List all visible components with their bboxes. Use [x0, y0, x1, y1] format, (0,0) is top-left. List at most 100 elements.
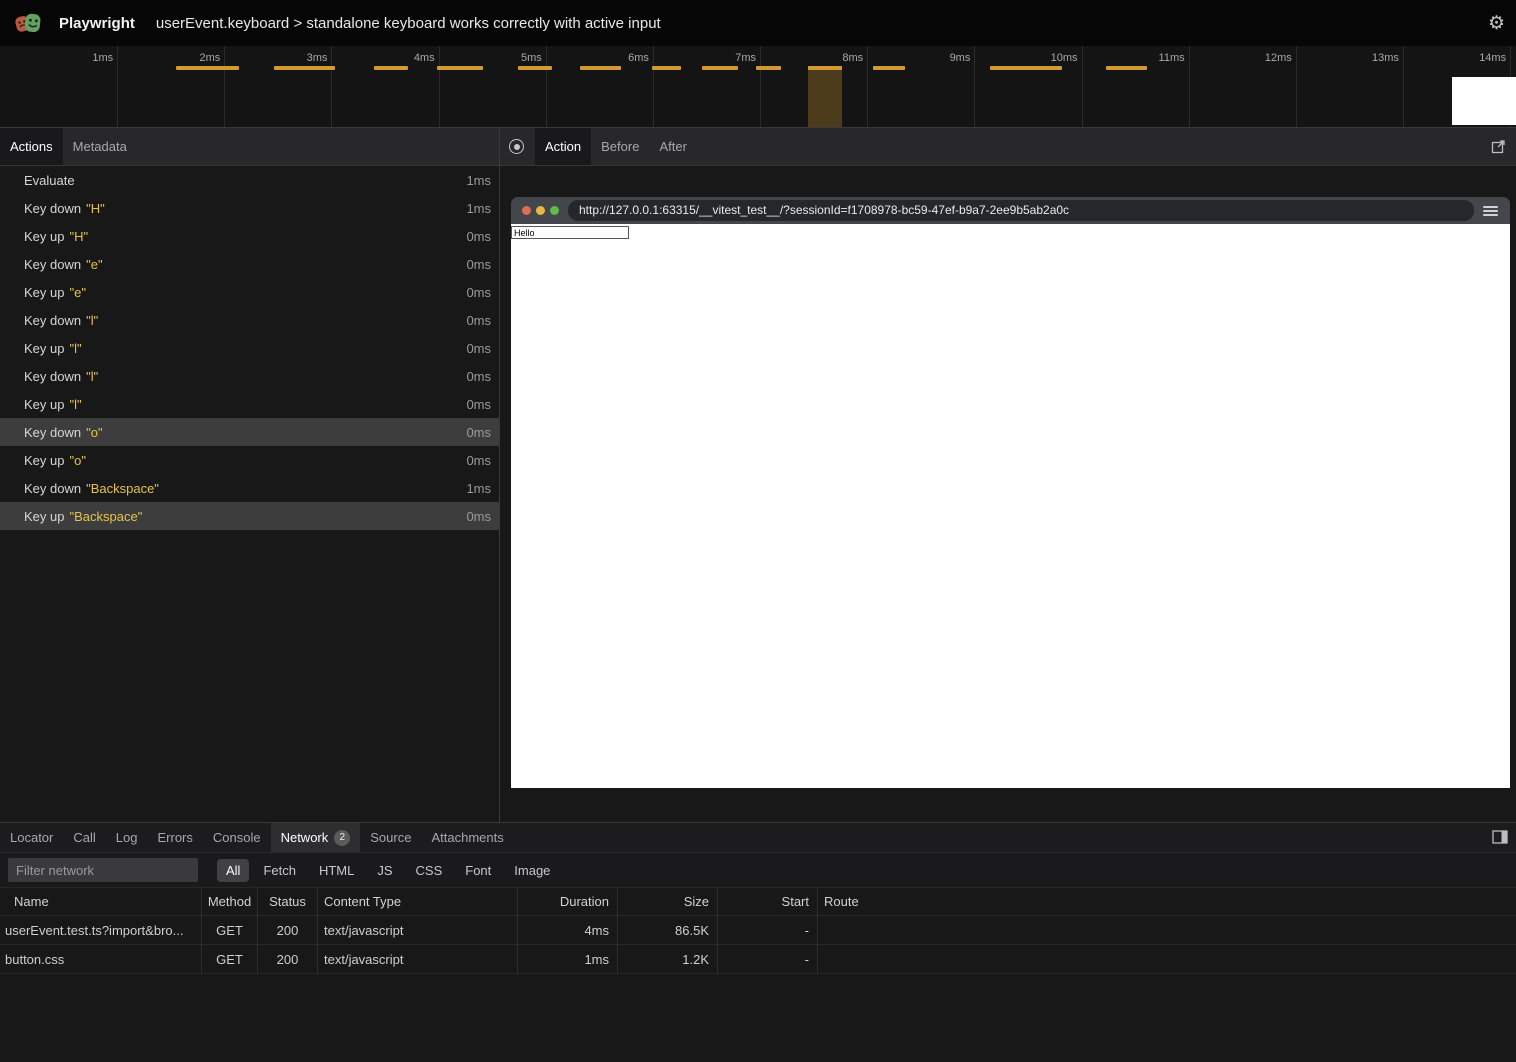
open-external-icon[interactable] — [1491, 139, 1506, 154]
timeline-action-bar[interactable] — [1106, 66, 1147, 70]
tab-call[interactable]: Call — [63, 823, 105, 852]
timeline-action-bar[interactable] — [756, 66, 781, 70]
traffic-light-red-icon — [522, 206, 531, 215]
network-row[interactable]: userEvent.test.ts?import&bro...GET200tex… — [0, 916, 1516, 945]
filter-chip-js[interactable]: JS — [368, 859, 401, 882]
snapshot-text-input[interactable] — [511, 226, 629, 239]
network-cell: text/javascript — [318, 916, 518, 945]
action-row[interactable]: Key up"Backspace"0ms — [0, 502, 499, 530]
timeline-tick-label: 10ms — [1018, 52, 1078, 64]
network-cell: - — [718, 945, 818, 974]
timeline-selected-range[interactable] — [808, 66, 842, 127]
tab-network[interactable]: Network2 — [271, 823, 361, 852]
timeline-tick-label: 5ms — [482, 52, 542, 64]
snapshot-panel: ActionBeforeAfter http://127.0.0.1:63315 — [500, 128, 1516, 822]
toggle-layout-icon[interactable] — [1492, 830, 1508, 844]
timeline-action-bar[interactable] — [702, 66, 738, 70]
action-row[interactable]: Key up"H"0ms — [0, 222, 499, 250]
network-row[interactable]: button.cssGET200text/javascript1ms1.2K- — [0, 945, 1516, 974]
tab-attachments[interactable]: Attachments — [421, 823, 513, 852]
timeline-tick-label: 2ms — [160, 52, 220, 64]
action-duration: 0ms — [466, 453, 491, 468]
filter-chip-css[interactable]: CSS — [407, 859, 452, 882]
network-cell: userEvent.test.ts?import&bro... — [0, 916, 202, 945]
timeline-tick-label: 13ms — [1339, 52, 1399, 64]
network-cell: 200 — [258, 916, 318, 945]
timeline-action-bar[interactable] — [808, 66, 842, 70]
action-row[interactable]: Key up"o"0ms — [0, 446, 499, 474]
timeline-tick-label: 3ms — [267, 52, 327, 64]
main-split: ActionsMetadata Evaluate1ms Key down "H" 1m… — [0, 128, 1516, 822]
timeline-action-bar[interactable] — [176, 66, 239, 70]
timeline-action-bar[interactable] — [437, 66, 483, 70]
tab-actions[interactable]: Actions — [0, 128, 63, 165]
network-filter-input[interactable] — [8, 858, 198, 882]
tab-console[interactable]: Console — [203, 823, 271, 852]
tab-log[interactable]: Log — [106, 823, 148, 852]
film-strip-thumbnail[interactable] — [1452, 77, 1516, 125]
timeline-action-bar[interactable] — [274, 66, 335, 70]
traffic-light-yellow-icon — [536, 206, 545, 215]
timeline-action-bar[interactable] — [990, 66, 1062, 70]
action-row[interactable]: Key down"l"0ms — [0, 306, 499, 334]
action-row[interactable]: Key down"o"0ms — [0, 418, 499, 446]
action-row[interactable]: Key down"Backspace"1ms — [0, 474, 499, 502]
action-row[interactable]: Key down"l"0ms — [0, 362, 499, 390]
tab-errors[interactable]: Errors — [147, 823, 202, 852]
timeline[interactable]: 1ms2ms3ms4ms5ms6ms7ms8ms9ms10ms11ms12ms1… — [0, 46, 1516, 128]
timeline-tick-label: 6ms — [589, 52, 649, 64]
timeline-tick-label: 4ms — [375, 52, 435, 64]
timeline-gridline — [1189, 46, 1190, 127]
action-label: Key down — [24, 201, 81, 216]
actions-tab-strip: ActionsMetadata — [0, 128, 499, 166]
action-row[interactable]: Key up"l"0ms — [0, 390, 499, 418]
gear-icon[interactable]: ⚙ — [1488, 14, 1505, 33]
action-label: Key down — [24, 257, 81, 272]
timeline-action-bar[interactable] — [374, 66, 408, 70]
traffic-lights-icon — [522, 206, 559, 215]
action-row[interactable]: Key down "H" 1ms — [0, 194, 499, 222]
timeline-gridline — [867, 46, 868, 127]
pick-locator-icon[interactable] — [509, 139, 524, 154]
action-row[interactable]: Key up"e"0ms — [0, 278, 499, 306]
filter-chip-html[interactable]: HTML — [310, 859, 363, 882]
timeline-gridline — [1296, 46, 1297, 127]
tab-label: Source — [370, 830, 411, 845]
tab-before[interactable]: Before — [591, 128, 649, 165]
tab-label: Attachments — [431, 830, 503, 845]
tab-action[interactable]: Action — [535, 128, 591, 165]
action-row[interactable]: Key down"e"0ms — [0, 250, 499, 278]
action-duration: 0ms — [466, 369, 491, 384]
timeline-action-bar[interactable] — [580, 66, 621, 70]
filter-chip-fetch[interactable]: Fetch — [254, 859, 305, 882]
timeline-gridline — [331, 46, 332, 127]
action-row[interactable]: Evaluate1ms — [0, 166, 499, 194]
snapshot-tabs: Action BeforeAfter — [535, 128, 697, 165]
action-duration: 1ms — [466, 173, 491, 188]
tab-after[interactable]: After — [649, 128, 696, 165]
network-cell: GET — [202, 945, 258, 974]
filter-chip-image[interactable]: Image — [505, 859, 559, 882]
tab-source[interactable]: Source — [360, 823, 421, 852]
action-label: Key down — [24, 313, 81, 328]
tab-locator[interactable]: Locator — [0, 823, 63, 852]
filter-chip-all[interactable]: All — [217, 859, 249, 882]
column-header-name: Name — [0, 888, 202, 916]
action-param: "H" — [86, 201, 105, 216]
bottom-panel: LocatorCallLog Errors ConsoleNetwork2 Sourc… — [0, 822, 1516, 1062]
action-duration: 0ms — [466, 425, 491, 440]
network-cell — [818, 945, 1516, 974]
timeline-action-bar[interactable] — [873, 66, 905, 70]
network-cell: 1ms — [518, 945, 618, 974]
tab-label: Action — [545, 139, 581, 154]
timeline-action-bar[interactable] — [652, 66, 681, 70]
action-param: "l" — [69, 341, 81, 356]
tab-metadata[interactable]: Metadata — [63, 128, 137, 165]
action-param: "Backspace" — [69, 509, 142, 524]
timeline-gridline — [117, 46, 118, 127]
action-row[interactable]: Key up"l"0ms — [0, 334, 499, 362]
filter-chip-font[interactable]: Font — [456, 859, 500, 882]
action-duration: 1ms — [466, 201, 491, 216]
timeline-action-bar[interactable] — [518, 66, 552, 70]
tab-label: Errors — [157, 830, 192, 845]
